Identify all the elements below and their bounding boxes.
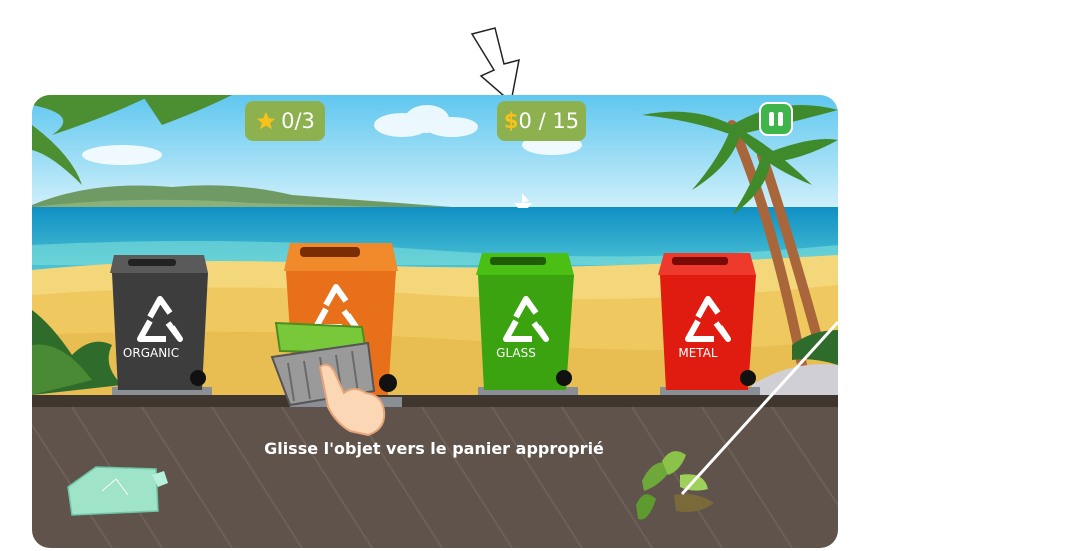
bin-label-organic: ORGANIC <box>122 346 180 360</box>
bin-glass[interactable] <box>476 253 574 390</box>
drag-hint-text: Glisse l'objet vers le panier approprié <box>264 439 604 458</box>
stars-counter: 0/3 <box>245 101 325 141</box>
coins-value: 0 / 15 <box>518 109 580 133</box>
broken-glass-item[interactable] <box>67 466 168 516</box>
coins-counter: $ 0 / 15 <box>497 101 586 141</box>
bin-organic[interactable] <box>110 255 208 390</box>
game-canvas[interactable]: 0/3 $ 0 / 15 ORGANIC GLASS METAL Glisse … <box>32 95 838 548</box>
recycle-icon <box>137 284 731 342</box>
recycle-bins <box>67 243 760 520</box>
leaves-item[interactable] <box>636 451 714 520</box>
bin-metal[interactable] <box>658 253 756 390</box>
star-icon <box>256 111 276 130</box>
bin-label-glass: GLASS <box>496 346 536 360</box>
pause-button[interactable] <box>759 102 793 136</box>
coin-icon: $ <box>503 109 519 133</box>
pause-icon <box>769 112 774 126</box>
pointer-arrow-icon <box>470 27 520 104</box>
bin-label-metal: METAL <box>678 346 718 360</box>
stars-value: 0/3 <box>281 109 315 133</box>
